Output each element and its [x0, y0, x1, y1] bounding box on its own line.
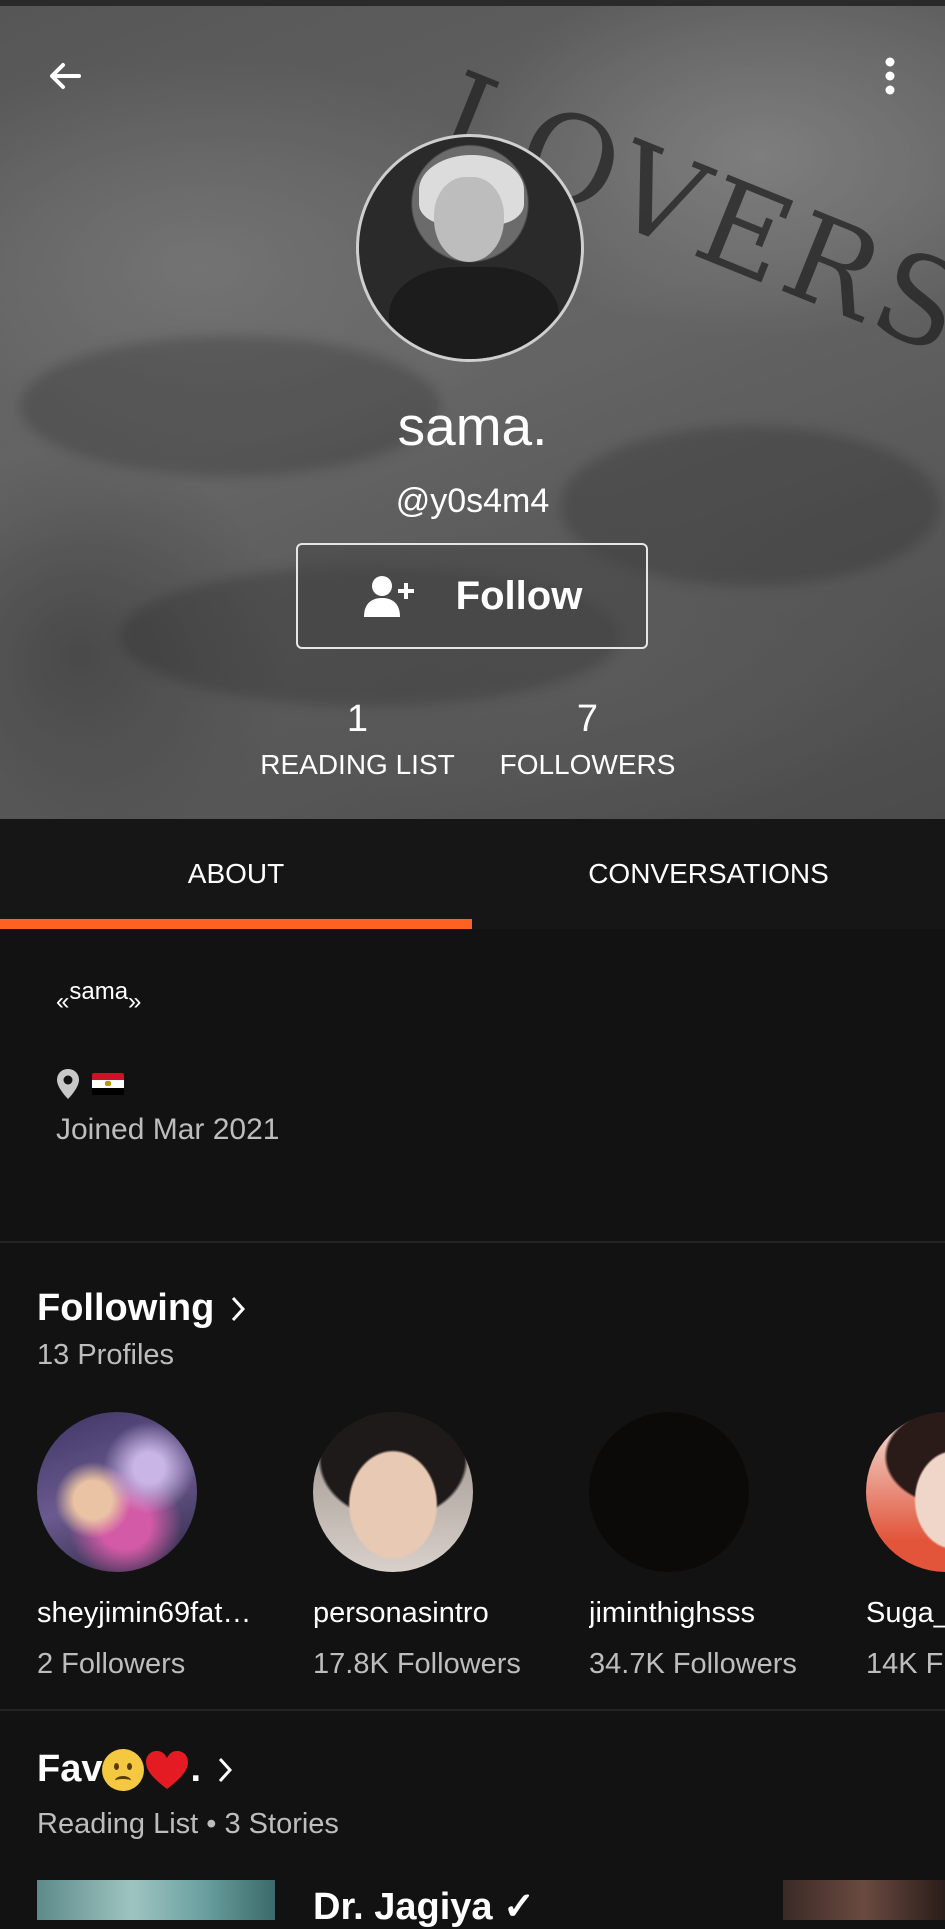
profile-followers: 2 Followers [37, 1648, 186, 1680]
profile-name: sheyjimin69fat… [37, 1597, 252, 1629]
following-profile-card[interactable]: Suga_ 14K F [866, 1412, 945, 1681]
profile-description: «sama» [56, 978, 142, 1016]
description-text: sama [69, 978, 129, 1005]
avatar [589, 1412, 749, 1572]
reading-list-header[interactable]: Fav . [37, 1748, 233, 1791]
chevron-right-icon [218, 1757, 233, 1782]
story-cover[interactable] [783, 1880, 945, 1920]
egypt-flag-icon [92, 1073, 124, 1095]
username: @y0s4m4 [395, 482, 550, 520]
quote-open: « [56, 988, 70, 1015]
avatar [37, 1412, 197, 1572]
story-cover[interactable] [37, 1880, 275, 1920]
arrow-left-icon [50, 63, 81, 89]
avatar [313, 1412, 473, 1572]
follow-button[interactable]: Follow [296, 543, 648, 649]
profile-name: Suga_ [866, 1597, 945, 1629]
avatar-face [434, 177, 504, 262]
active-tab-indicator [0, 919, 472, 929]
add-user-icon [363, 576, 414, 617]
following-profile-card[interactable]: sheyjimin69fat… 2 Followers [37, 1412, 267, 1681]
avatar-body [389, 267, 559, 359]
following-profile-card[interactable]: jiminthighsss 34.7K Followers [589, 1412, 819, 1681]
joined-date: Joined Mar 2021 [56, 1113, 280, 1146]
reading-list-title: Fav [37, 1748, 103, 1790]
reading-list-subtitle: Reading List • 3 Stories [37, 1808, 339, 1840]
more-vertical-icon [885, 57, 895, 95]
followers-label: FOLLOWERS [499, 749, 676, 780]
profile-tabs: ABOUT CONVERSATIONS [0, 819, 945, 929]
reading-list-label: READING LIST [260, 749, 455, 780]
more-options-button[interactable] [870, 51, 910, 101]
reading-list-title-suffix: . [190, 1748, 202, 1790]
section-divider [0, 1241, 945, 1243]
location-row [56, 1068, 124, 1100]
tab-conversations[interactable]: CONVERSATIONS [472, 819, 945, 929]
followers-count: 7 [576, 698, 599, 740]
following-profile-card[interactable]: personasintro 17.8K Followers [313, 1412, 543, 1681]
reading-list-stat[interactable]: 1 READING LIST [250, 698, 465, 781]
back-button[interactable] [40, 51, 90, 101]
section-divider [0, 1709, 945, 1711]
follow-button-label: Follow [455, 573, 583, 618]
quote-close: » [128, 988, 142, 1015]
profile-header: LOVERS sama. @y0s4m4 Follow 1 READING LI… [0, 6, 945, 819]
profile-followers: 14K F [866, 1648, 944, 1680]
following-title: Following [37, 1287, 215, 1329]
display-name: sama. [397, 395, 548, 457]
profile-name: jiminthighsss [589, 1597, 755, 1629]
location-pin-icon [57, 1069, 79, 1099]
profile-name: personasintro [313, 1597, 489, 1629]
profile-followers: 17.8K Followers [313, 1648, 521, 1680]
confused-face-emoji-icon [102, 1748, 145, 1791]
profile-followers: 34.7K Followers [589, 1648, 797, 1680]
avatar [866, 1412, 945, 1572]
followers-stat[interactable]: 7 FOLLOWERS [495, 698, 680, 781]
profile-avatar [356, 134, 584, 362]
tab-about[interactable]: ABOUT [0, 819, 472, 929]
story-title[interactable]: Dr. Jagiya ✓ [313, 1884, 535, 1929]
red-heart-emoji-icon [146, 1750, 189, 1789]
chevron-right-icon [232, 1296, 246, 1321]
following-count: 13 Profiles [37, 1339, 175, 1371]
reading-list-count: 1 [346, 698, 369, 740]
following-header[interactable]: Following [37, 1287, 246, 1330]
